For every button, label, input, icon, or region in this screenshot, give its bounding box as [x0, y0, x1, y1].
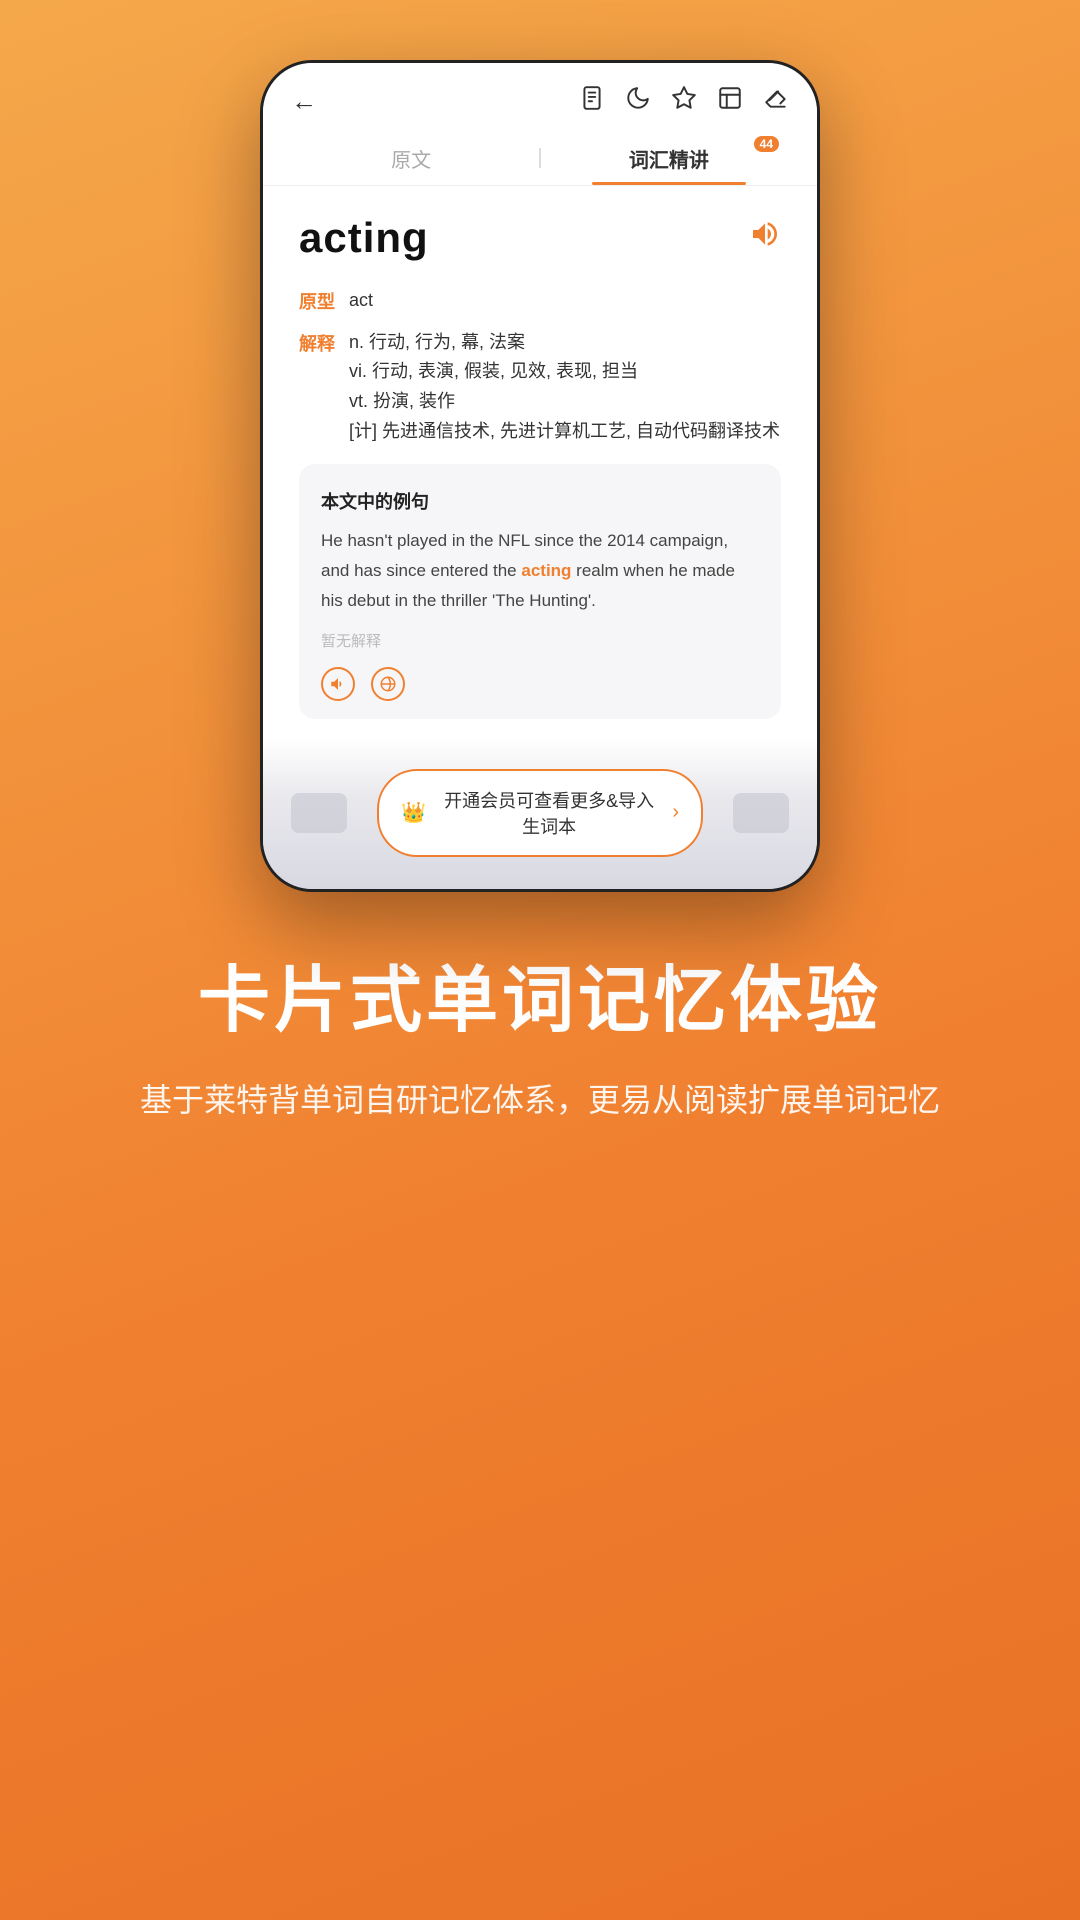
def-content-jieshi: n. 行动, 行为, 幕, 法案 vi. 行动, 表演, 假装, 见效, 表现,… [349, 328, 780, 447]
def-row-jieshi: 解释 n. 行动, 行为, 幕, 法案 vi. 行动, 表演, 假装, 见效, … [299, 328, 781, 447]
promo-subtitle: 基于莱特背单词自研记忆体系，更易从阅读扩展单词记忆 [140, 1073, 940, 1127]
example-text: He hasn't played in the NFL since the 20… [321, 526, 759, 615]
content-area: acting 原型 act 解释 n. 行动, 行为, 幕, 法案 vi. 行动… [263, 186, 817, 739]
star-icon[interactable] [671, 85, 697, 118]
example-highlight: acting [521, 561, 571, 580]
cta-label: 开通会员可查看更多&导入生词本 [436, 787, 662, 839]
tab-cihui[interactable]: 词汇精讲 44 [541, 130, 797, 185]
cta-arrow-icon: › [672, 801, 679, 824]
example-translate-button[interactable] [371, 667, 405, 701]
promo-section: 卡片式单词记忆体验 基于莱特背单词自研记忆体系，更易从阅读扩展单词记忆 [60, 892, 1020, 1188]
promo-title: 卡片式单词记忆体验 [140, 962, 940, 1041]
def-line-2: vi. 行动, 表演, 假装, 见效, 表现, 担当 [349, 357, 780, 387]
example-title: 本文中的例句 [321, 488, 759, 514]
moon-icon[interactable] [625, 85, 651, 118]
word-title: acting [299, 214, 429, 262]
example-box: 本文中的例句 He hasn't played in the NFL since… [299, 464, 781, 718]
no-explain: 暂无解释 [321, 630, 759, 651]
bottom-cta-area: 👑 开通会员可查看更多&导入生词本 › [263, 739, 817, 889]
sound-button[interactable] [749, 218, 781, 258]
note-icon[interactable] [579, 85, 605, 118]
def-line-1: n. 行动, 行为, 幕, 法案 [349, 328, 780, 358]
example-icon-row [321, 667, 759, 701]
def-line-4: [计] 先进通信技术, 先进计算机工艺, 自动代码翻译技术 [349, 417, 780, 447]
tab-yuanwen[interactable]: 原文 [283, 130, 539, 185]
back-button[interactable]: ← [291, 86, 317, 117]
blur-right [733, 793, 789, 833]
top-bar: ← [263, 63, 817, 130]
blur-left [291, 793, 347, 833]
eraser-icon[interactable] [763, 85, 789, 118]
def-content-yuanxing: act [349, 286, 373, 316]
def-row-yuanxing: 原型 act [299, 286, 781, 316]
top-icon-group [579, 85, 789, 118]
tab-bar: 原文 词汇精讲 44 [263, 130, 817, 186]
crown-icon: 👑 [401, 800, 426, 825]
menu-icon[interactable] [717, 85, 743, 118]
cihui-badge: 44 [754, 136, 779, 152]
word-row: acting [299, 214, 781, 262]
def-line-3: vt. 扮演, 装作 [349, 387, 780, 417]
def-label-yuanxing: 原型 [299, 288, 337, 314]
example-sound-button[interactable] [321, 667, 355, 701]
phone-frame: ← [260, 60, 820, 892]
def-label-jieshi: 解释 [299, 330, 337, 356]
vip-cta-button[interactable]: 👑 开通会员可查看更多&导入生词本 › [377, 769, 703, 857]
